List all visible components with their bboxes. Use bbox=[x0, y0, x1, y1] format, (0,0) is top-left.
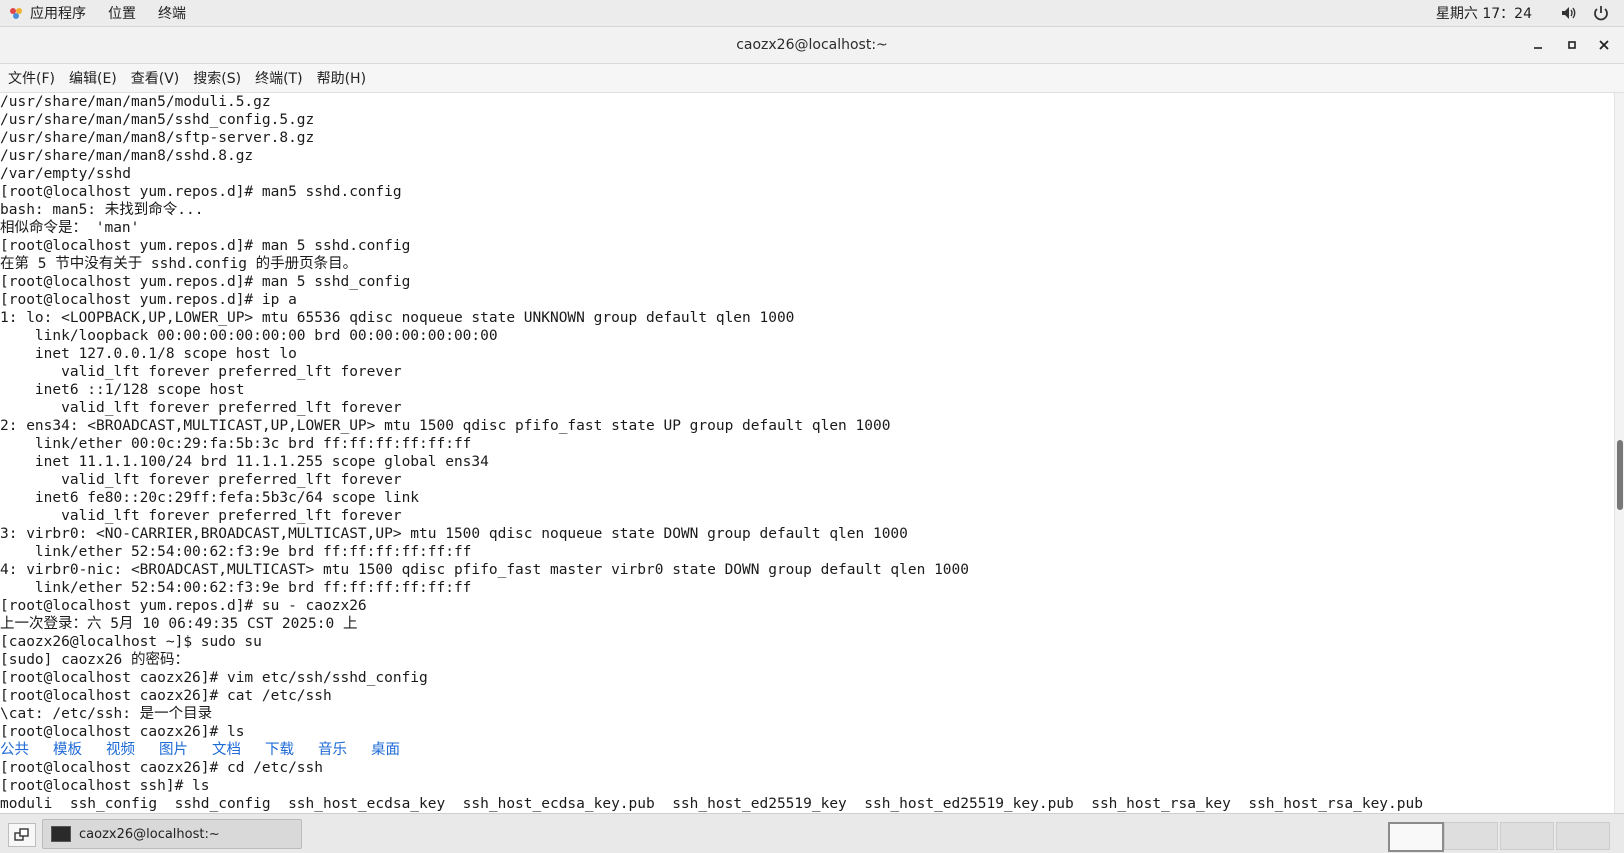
directory-entry: 公共 bbox=[0, 742, 29, 758]
clock[interactable]: 星期六 17：24 bbox=[1436, 3, 1532, 23]
terminal-line: [caozx26@localhost ~]$ sudo su bbox=[0, 634, 262, 650]
terminal-line: \cat: /etc/ssh: 是一个目录 bbox=[0, 706, 213, 722]
menu-view[interactable]: 查看(V) bbox=[131, 68, 180, 88]
workspace-3[interactable] bbox=[1500, 822, 1554, 850]
terminal-line: link/ether 52:54:00:62:f3:9e brd ff:ff:f… bbox=[0, 580, 472, 596]
window-title: caozx26@localhost:~ bbox=[736, 37, 888, 53]
terminal-line: bash: man5: 未找到命令... bbox=[0, 202, 204, 218]
terminal-line: [root@localhost yum.repos.d]# su - caozx… bbox=[0, 598, 367, 614]
directory-listing: 公共 模板 视频 图片 文档 下载 音乐 桌面 bbox=[0, 741, 1614, 759]
terminal-line: inet 11.1.1.100/24 brd 11.1.1.255 scope … bbox=[0, 454, 489, 470]
terminal-line: /var/empty/sshd bbox=[0, 166, 131, 182]
bottom-taskbar: caozx26@localhost:~ bbox=[0, 813, 1624, 853]
maximize-icon bbox=[1568, 41, 1576, 49]
workspace-1[interactable] bbox=[1388, 822, 1444, 852]
terminal-line: [root@localhost caozx26]# vim etc/ssh/ss… bbox=[0, 670, 428, 686]
terminal-line: inet6 ::1/128 scope host bbox=[0, 382, 245, 398]
terminal-line: link/loopback 00:00:00:00:00:00 brd 00:0… bbox=[0, 328, 498, 344]
terminal-line: 上一次登录：六 5月 10 06:49:35 CST 2025:0 上 bbox=[0, 616, 358, 632]
places-menu[interactable]: 位置 bbox=[108, 3, 136, 23]
taskbar-window-terminal[interactable]: caozx26@localhost:~ bbox=[42, 819, 302, 849]
terminal-line: [root@localhost caozx26]# cd /etc/ssh bbox=[0, 760, 324, 776]
terminal-line: inet6 fe80::20c:29ff:fefa:5b3c/64 scope … bbox=[0, 490, 420, 506]
directory-entry: 图片 bbox=[159, 742, 188, 758]
terminal-app-menu[interactable]: 终端 bbox=[158, 3, 186, 23]
taskbar-window-label: caozx26@localhost:~ bbox=[79, 826, 220, 842]
menu-file[interactable]: 文件(F) bbox=[8, 68, 55, 88]
terminal-output[interactable]: /usr/share/man/man5/moduli.5.gz/usr/shar… bbox=[0, 93, 1614, 813]
menu-search[interactable]: 搜索(S) bbox=[193, 68, 241, 88]
workspace-4[interactable] bbox=[1556, 822, 1610, 850]
scrollbar-thumb[interactable] bbox=[1617, 440, 1623, 510]
show-desktop-icon bbox=[14, 828, 29, 841]
terminal-line: [root@localhost ssh]# ls bbox=[0, 778, 210, 794]
terminal-line: 相似命令是： 'man' bbox=[0, 220, 140, 236]
minimize-button[interactable] bbox=[1528, 35, 1548, 55]
terminal-line: link/ether 52:54:00:62:f3:9e brd ff:ff:f… bbox=[0, 544, 472, 560]
menu-edit[interactable]: 编辑(E) bbox=[69, 68, 117, 88]
terminal-line: 2: ens34: <BROADCAST,MULTICAST,UP,LOWER_… bbox=[0, 418, 891, 434]
terminal-text: /usr/share/man/man5/moduli.5.gz/usr/shar… bbox=[0, 93, 1614, 813]
terminal-line: [root@localhost yum.repos.d]# man 5 sshd… bbox=[0, 238, 411, 254]
directory-entry: 文档 bbox=[212, 742, 241, 758]
terminal-line: link/ether 00:0c:29:fa:5b:3c brd ff:ff:f… bbox=[0, 436, 472, 452]
terminal-line: valid_lft forever preferred_lft forever bbox=[0, 472, 402, 488]
terminal-line: 在第 5 节中没有关于 sshd.config 的手册页条目。 bbox=[0, 256, 358, 272]
terminal-line: inet 127.0.0.1/8 scope host lo bbox=[0, 346, 297, 362]
directory-entry: 桌面 bbox=[371, 742, 400, 758]
applications-menu[interactable]: 应用程序 bbox=[30, 3, 86, 23]
directory-entry: 模板 bbox=[53, 742, 82, 758]
close-icon bbox=[1599, 40, 1609, 50]
status-area: 星期六 17：24 bbox=[1436, 3, 1624, 23]
menu-help[interactable]: 帮助(H) bbox=[317, 68, 366, 88]
terminal-line: /usr/share/man/man5/sshd_config.5.gz bbox=[0, 112, 315, 128]
power-icon[interactable] bbox=[1592, 4, 1610, 22]
terminal-line: /usr/share/man/man5/moduli.5.gz bbox=[0, 94, 271, 110]
volume-icon[interactable] bbox=[1560, 4, 1578, 22]
terminal-line: [root@localhost yum.repos.d]# man5 sshd.… bbox=[0, 184, 402, 200]
terminal-line: 1: lo: <LOOPBACK,UP,LOWER_UP> mtu 65536 … bbox=[0, 310, 795, 326]
terminal-menubar: 文件(F) 编辑(E) 查看(V) 搜索(S) 终端(T) 帮助(H) bbox=[0, 64, 1624, 93]
terminal-line: valid_lft forever preferred_lft forever bbox=[0, 508, 402, 524]
window-titlebar[interactable]: caozx26@localhost:~ bbox=[0, 27, 1624, 64]
terminal-line: [root@localhost caozx26]# ls bbox=[0, 724, 245, 740]
directory-entry: 下载 bbox=[265, 742, 294, 758]
terminal-line: valid_lft forever preferred_lft forever bbox=[0, 400, 402, 416]
close-button[interactable] bbox=[1594, 35, 1614, 55]
terminal-line: [root@localhost caozx26]# cat /etc/ssh bbox=[0, 688, 332, 704]
top-panel: 应用程序 位置 终端 星期六 17：24 bbox=[0, 0, 1624, 27]
directory-entry: 音乐 bbox=[318, 742, 347, 758]
terminal-line: valid_lft forever preferred_lft forever bbox=[0, 364, 402, 380]
terminal-line: [sudo] caozx26 的密码： bbox=[0, 652, 189, 668]
terminal-scrollbar[interactable] bbox=[1614, 93, 1624, 813]
terminal-line: moduli ssh_config sshd_config ssh_host_e… bbox=[0, 796, 1423, 812]
terminal-line: [root@localhost yum.repos.d]# ip a bbox=[0, 292, 297, 308]
menu-terminal[interactable]: 终端(T) bbox=[255, 68, 302, 88]
terminal-icon bbox=[51, 826, 71, 842]
apps-logo-icon bbox=[8, 5, 24, 21]
terminal-line: 3: virbr0: <NO-CARRIER,BROADCAST,MULTICA… bbox=[0, 526, 908, 542]
show-desktop-button[interactable] bbox=[8, 823, 36, 847]
maximize-button[interactable] bbox=[1562, 35, 1582, 55]
terminal-line: /usr/share/man/man8/sshd.8.gz bbox=[0, 148, 254, 164]
minimize-icon bbox=[1534, 47, 1542, 49]
terminal-line: /usr/share/man/man8/sftp-server.8.gz bbox=[0, 130, 315, 146]
terminal-line: [root@localhost yum.repos.d]# man 5 sshd… bbox=[0, 274, 411, 290]
terminal-line: 4: virbr0-nic: <BROADCAST,MULTICAST> mtu… bbox=[0, 562, 970, 578]
directory-entry: 视频 bbox=[106, 742, 135, 758]
workspace-2[interactable] bbox=[1444, 822, 1498, 850]
